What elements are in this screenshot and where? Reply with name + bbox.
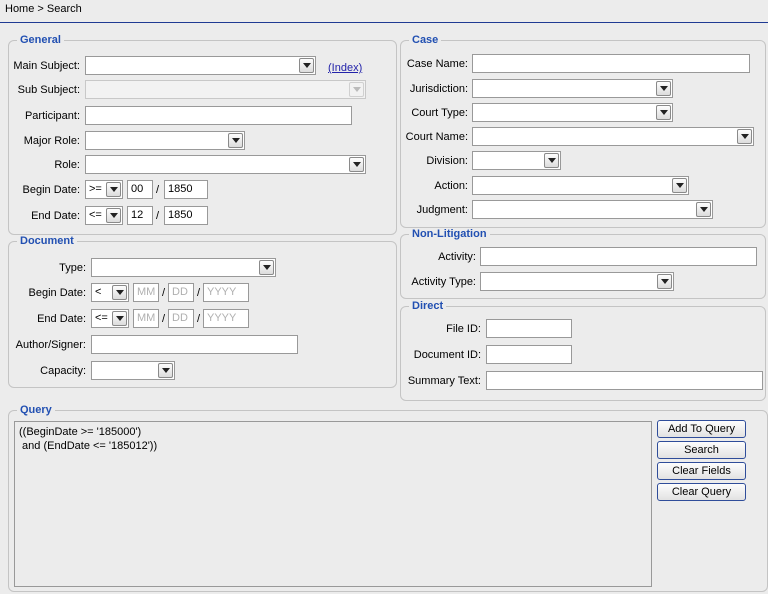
sub-subject-label: Sub Subject: — [17, 84, 80, 96]
court-type-label: Court Type: — [411, 107, 468, 119]
jurisdiction-select[interactable] — [472, 79, 673, 98]
activity-label: Activity: — [438, 251, 476, 263]
sub-subject-select[interactable] — [85, 80, 366, 99]
activity-type-select[interactable] — [480, 272, 674, 291]
end-month-input[interactable]: 12 — [127, 206, 153, 225]
chevron-down-icon — [349, 82, 364, 97]
chevron-down-icon — [112, 285, 127, 300]
clear-fields-button[interactable]: Clear Fields — [657, 462, 746, 480]
chevron-down-icon — [656, 105, 671, 120]
doc-end-month-input[interactable]: MM — [133, 309, 159, 328]
chevron-down-icon — [696, 202, 711, 217]
summary-text-input[interactable] — [486, 371, 763, 390]
jurisdiction-label: Jurisdiction: — [409, 83, 468, 95]
date-separator: / — [197, 287, 201, 299]
chevron-down-icon — [737, 129, 752, 144]
activity-input[interactable] — [480, 247, 757, 266]
activity-type-label: Activity Type: — [411, 276, 476, 288]
file-id-label: File ID: — [446, 323, 481, 335]
case-name-label: Case Name: — [406, 58, 468, 70]
participant-label: Participant: — [24, 110, 80, 122]
direct-legend: Direct — [412, 300, 444, 312]
court-name-label: Court Name: — [405, 131, 468, 143]
begin-date-label: Begin Date: — [22, 184, 80, 196]
major-role-select[interactable] — [85, 131, 245, 150]
action-label: Action: — [434, 180, 468, 192]
begin-month-input[interactable]: 00 — [127, 180, 153, 199]
query-line: and (EndDate <= '185012')) — [19, 440, 158, 452]
doc-end-year-input[interactable]: YYYY — [203, 309, 249, 328]
author-signer-input[interactable] — [91, 335, 298, 354]
chevron-down-icon — [259, 260, 274, 275]
chevron-down-icon — [112, 311, 127, 326]
summary-text-label: Summary Text: — [407, 375, 481, 387]
court-type-select[interactable] — [472, 103, 673, 122]
doc-begin-year-input[interactable]: YYYY — [203, 283, 249, 302]
doc-end-operator-select[interactable]: <= — [91, 309, 129, 328]
chevron-down-icon — [299, 58, 314, 73]
doc-end-day-input[interactable]: DD — [168, 309, 194, 328]
begin-year-input[interactable]: 1850 — [164, 180, 208, 199]
end-date-operator-select[interactable]: <= — [85, 206, 123, 225]
division-select[interactable] — [472, 151, 561, 170]
doc-type-select[interactable] — [91, 258, 276, 277]
chevron-down-icon — [106, 182, 121, 197]
search-button[interactable]: Search — [657, 441, 746, 459]
clear-query-button[interactable]: Clear Query — [657, 483, 746, 501]
author-signer-label: Author/Signer: — [15, 339, 86, 351]
chevron-down-icon — [228, 133, 243, 148]
chevron-down-icon — [656, 81, 671, 96]
main-subject-label: Main Subject: — [13, 60, 80, 72]
document-id-label: Document ID: — [413, 349, 481, 361]
query-textarea[interactable]: ((BeginDate >= '185000') and (EndDate <=… — [14, 421, 652, 587]
case-legend: Case — [412, 34, 439, 46]
add-to-query-button[interactable]: Add To Query — [657, 420, 746, 438]
file-id-input[interactable] — [486, 319, 572, 338]
date-separator: / — [162, 287, 166, 299]
court-name-select[interactable] — [472, 127, 754, 146]
action-select[interactable] — [472, 176, 689, 195]
header-divider — [0, 22, 768, 23]
judgment-label: Judgment: — [416, 204, 468, 216]
breadcrumb: Home > Search — [5, 3, 82, 15]
doc-type-label: Type: — [59, 262, 86, 274]
document-legend: Document — [20, 235, 74, 247]
doc-begin-date-label: Begin Date: — [28, 287, 86, 299]
index-link[interactable]: (Index) — [328, 62, 362, 74]
participant-input[interactable] — [85, 106, 352, 125]
role-label: Role: — [54, 159, 80, 171]
capacity-select[interactable] — [91, 361, 175, 380]
role-select[interactable] — [85, 155, 366, 174]
case-name-input[interactable] — [472, 54, 750, 73]
chevron-down-icon — [158, 363, 173, 378]
date-separator: / — [156, 184, 160, 196]
doc-begin-operator-select[interactable]: < — [91, 283, 129, 302]
doc-end-date-label: End Date: — [37, 313, 86, 325]
judgment-select[interactable] — [472, 200, 713, 219]
chevron-down-icon — [106, 208, 121, 223]
document-id-input[interactable] — [486, 345, 572, 364]
division-label: Division: — [426, 155, 468, 167]
begin-date-operator-select[interactable]: >= — [85, 180, 123, 199]
end-year-input[interactable]: 1850 — [164, 206, 208, 225]
date-separator: / — [197, 313, 201, 325]
chevron-down-icon — [544, 153, 559, 168]
query-legend: Query — [20, 404, 52, 416]
major-role-label: Major Role: — [23, 135, 80, 147]
chevron-down-icon — [672, 178, 687, 193]
doc-begin-month-input[interactable]: MM — [133, 283, 159, 302]
main-subject-select[interactable] — [85, 56, 316, 75]
chevron-down-icon — [657, 274, 672, 289]
date-separator: / — [156, 210, 160, 222]
date-separator: / — [162, 313, 166, 325]
doc-begin-day-input[interactable]: DD — [168, 283, 194, 302]
query-line: ((BeginDate >= '185000') — [19, 426, 142, 438]
chevron-down-icon — [349, 157, 364, 172]
end-date-label: End Date: — [31, 210, 80, 222]
non-litigation-legend: Non-Litigation — [412, 228, 487, 240]
general-legend: General — [20, 34, 61, 46]
capacity-label: Capacity: — [40, 365, 86, 377]
